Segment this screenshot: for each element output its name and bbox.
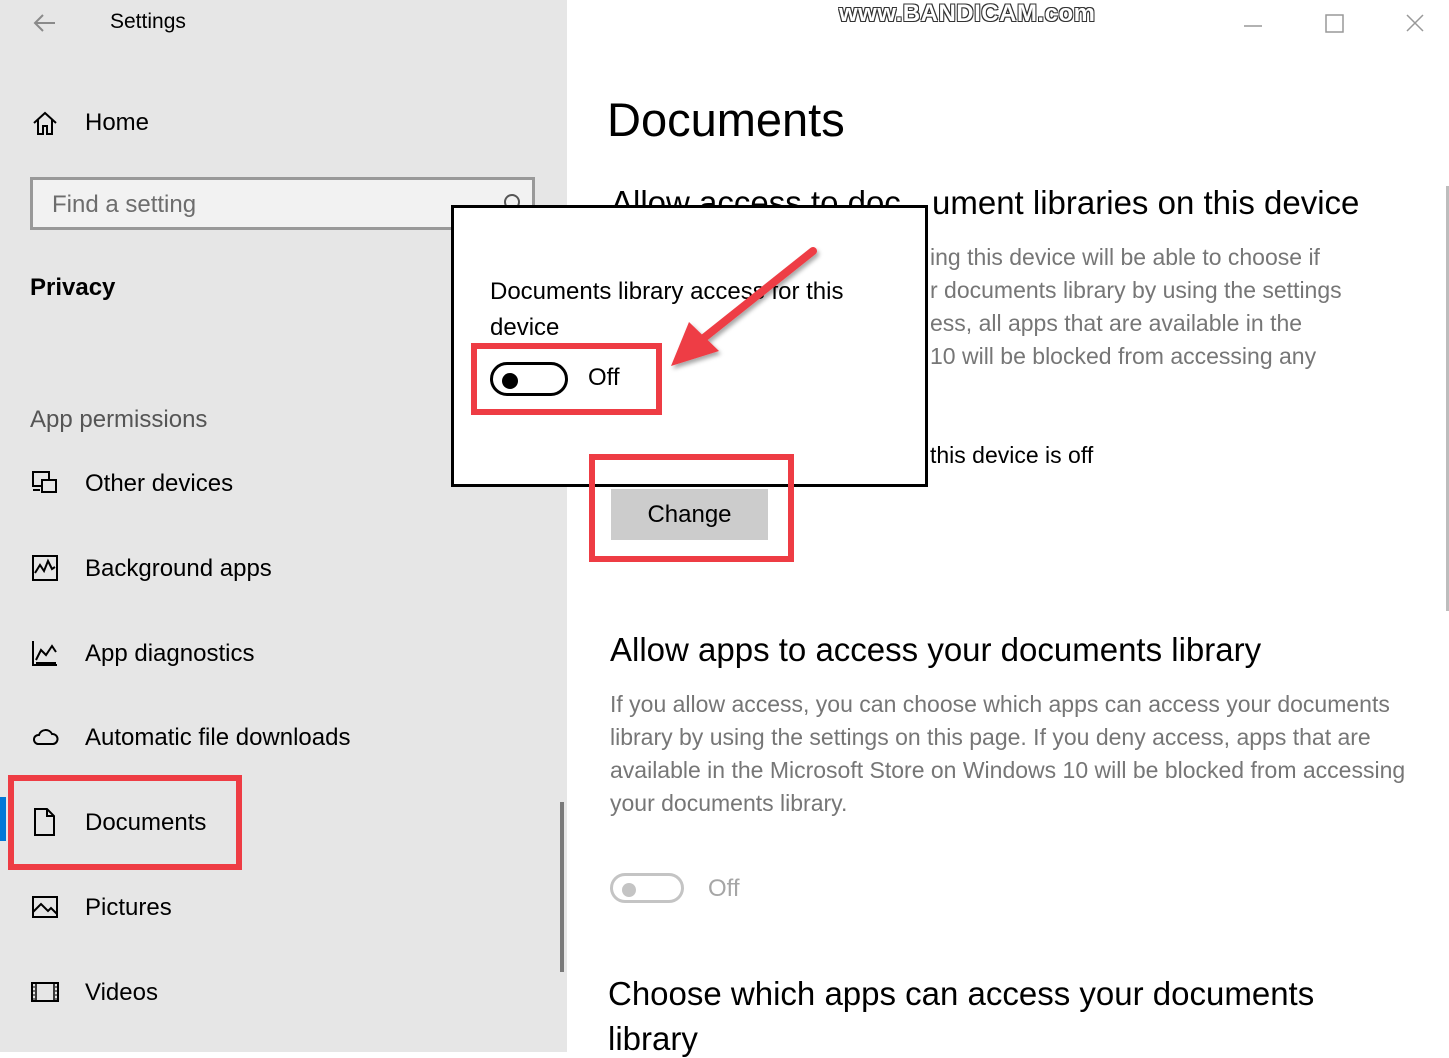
annotation-arrow-icon [671,247,817,366]
